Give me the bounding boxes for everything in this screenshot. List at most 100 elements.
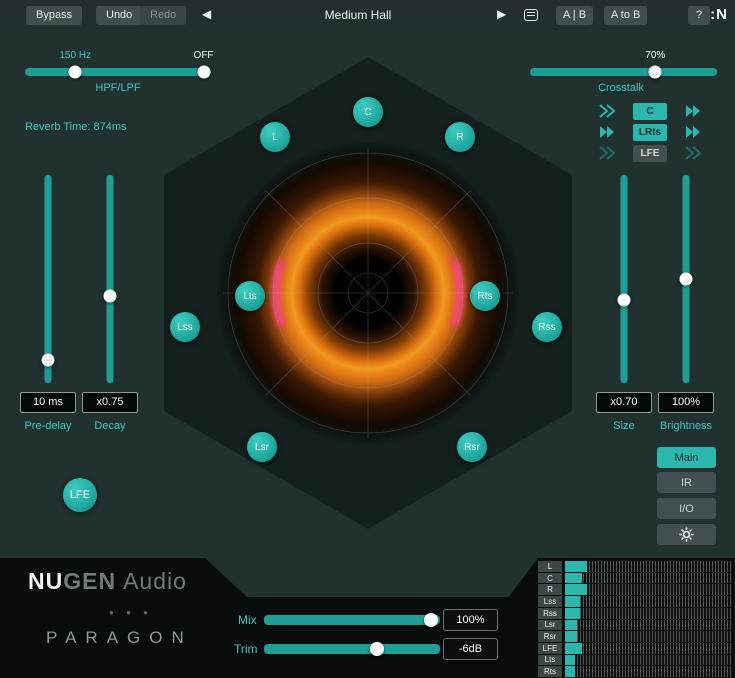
meter-fill: [565, 561, 587, 572]
pre-delay-thumb[interactable]: [41, 354, 54, 367]
routing-out-chevron-icon[interactable]: [684, 125, 702, 139]
pre-delay-value[interactable]: 10 ms: [20, 392, 76, 413]
decay-thumb[interactable]: [103, 289, 116, 302]
routing-in-chevron-icon[interactable]: [598, 146, 616, 160]
channel-node-r[interactable]: R: [445, 122, 475, 152]
hpf-lpf-slider[interactable]: 150 Hz OFF: [25, 68, 211, 76]
tab-ir[interactable]: IR: [657, 472, 716, 493]
meter-bar: [565, 596, 732, 607]
lpf-thumb[interactable]: [197, 66, 210, 79]
brightness-label: Brightness: [660, 420, 712, 432]
paragon-plugin-window: Bypass Undo Redo ◀ Medium Hall ▶ A | B A…: [0, 0, 735, 678]
meter-channel-label: L: [538, 561, 562, 572]
meter-fill: [565, 631, 577, 642]
size-value[interactable]: x0.70: [596, 392, 652, 413]
channel-node-rts[interactable]: Rts: [470, 281, 500, 311]
size-track[interactable]: [620, 175, 627, 383]
pre-delay-label: Pre-delay: [24, 420, 71, 432]
meter-row: Lsr: [538, 620, 732, 631]
meter-bar: [565, 631, 732, 642]
tab-io[interactable]: I/O: [657, 498, 716, 519]
hpf-thumb[interactable]: [69, 66, 82, 79]
mix-thumb[interactable]: [424, 613, 438, 627]
meter-row: LFE: [538, 643, 732, 654]
meter-channel-label: Lss: [538, 596, 562, 607]
routing-lfe-button[interactable]: LFE: [633, 145, 667, 162]
meter-bar: [565, 608, 732, 619]
routing-c-button[interactable]: C: [633, 103, 667, 120]
help-button[interactable]: ?: [688, 6, 710, 25]
brand-dots: ● ● ●: [96, 608, 166, 617]
meter-fill: [565, 596, 580, 607]
tab-main[interactable]: Main: [657, 447, 716, 468]
meter-bar: [565, 643, 732, 654]
mix-slider[interactable]: [264, 615, 440, 625]
meter-row: Rss: [538, 608, 732, 619]
hpf-lpf-label: HPF/LPF: [95, 82, 140, 94]
undo-button[interactable]: Undo: [96, 6, 142, 25]
meter-fill: [565, 643, 582, 654]
crosstalk-label: Crosstalk: [598, 82, 644, 94]
crosstalk-slider[interactable]: 70%: [530, 68, 717, 76]
a-to-b-button[interactable]: A to B: [604, 6, 647, 25]
brightness-thumb[interactable]: [679, 273, 692, 286]
meter-fill: [565, 620, 577, 631]
meter-channel-label: Lsr: [538, 620, 562, 631]
gear-icon: [679, 527, 694, 542]
meter-bar: [565, 655, 732, 666]
next-preset-button[interactable]: ▶: [497, 7, 506, 21]
decay-slider[interactable]: [103, 175, 116, 383]
meter-channel-label: C: [538, 573, 562, 584]
routing-row-lrts: LRts: [598, 123, 702, 141]
brand-gen: GEN: [63, 568, 116, 594]
channel-node-lss[interactable]: Lss: [170, 312, 200, 342]
meter-channel-label: R: [538, 584, 562, 595]
trim-value[interactable]: -6dB: [443, 638, 498, 660]
meter-fill: [565, 573, 582, 584]
previous-preset-button[interactable]: ◀: [202, 7, 211, 21]
channel-node-rss[interactable]: Rss: [532, 312, 562, 342]
meter-fill: [565, 666, 575, 677]
brightness-value[interactable]: 100%: [658, 392, 714, 413]
decay-track[interactable]: [106, 175, 113, 383]
size-thumb[interactable]: [617, 293, 630, 306]
size-slider[interactable]: [617, 175, 630, 383]
brightness-slider[interactable]: [679, 175, 692, 383]
trim-slider[interactable]: [264, 644, 440, 654]
nugen-logo-icon: :N: [710, 6, 728, 23]
meter-bar: [565, 561, 732, 572]
preset-list-button[interactable]: [520, 6, 542, 24]
bypass-button[interactable]: Bypass: [26, 6, 82, 25]
crosstalk-thumb[interactable]: [649, 66, 662, 79]
routing-out-chevron-icon[interactable]: [684, 146, 702, 160]
lpf-value-label: OFF: [194, 50, 214, 61]
routing-in-chevron-icon[interactable]: [598, 104, 616, 118]
settings-button[interactable]: [657, 524, 716, 545]
pre-delay-track[interactable]: [44, 175, 51, 383]
meter-channel-label: Lts: [538, 655, 562, 666]
meter-channel-label: Rsr: [538, 631, 562, 642]
routing-out-chevron-icon[interactable]: [684, 104, 702, 118]
channel-node-rsr[interactable]: Rsr: [457, 432, 487, 462]
meter-bar: [565, 620, 732, 631]
channel-node-lsr[interactable]: Lsr: [247, 432, 277, 462]
mix-label: Mix: [238, 613, 257, 627]
preset-name[interactable]: Medium Hall: [325, 8, 392, 22]
size-label: Size: [613, 420, 634, 432]
pre-delay-slider[interactable]: [41, 175, 54, 383]
channel-node-l[interactable]: L: [260, 122, 290, 152]
redo-button[interactable]: Redo: [140, 6, 186, 25]
channel-node-lfe[interactable]: LFE: [63, 478, 97, 512]
routing-lrts-button[interactable]: LRts: [633, 124, 667, 141]
meter-fill: [565, 584, 587, 595]
channel-meters: L C R Lss Rss Lsr Rsr LFE: [538, 561, 732, 677]
channel-node-lts[interactable]: Lts: [235, 281, 265, 311]
mix-value[interactable]: 100%: [443, 609, 498, 631]
trim-thumb[interactable]: [370, 642, 384, 656]
ab-compare-button[interactable]: A | B: [556, 6, 593, 25]
routing-in-chevron-icon[interactable]: [598, 125, 616, 139]
channel-node-c[interactable]: C: [353, 97, 383, 127]
meter-channel-label: Rss: [538, 608, 562, 619]
meter-row: Rsr: [538, 631, 732, 642]
decay-value[interactable]: x0.75: [82, 392, 138, 413]
